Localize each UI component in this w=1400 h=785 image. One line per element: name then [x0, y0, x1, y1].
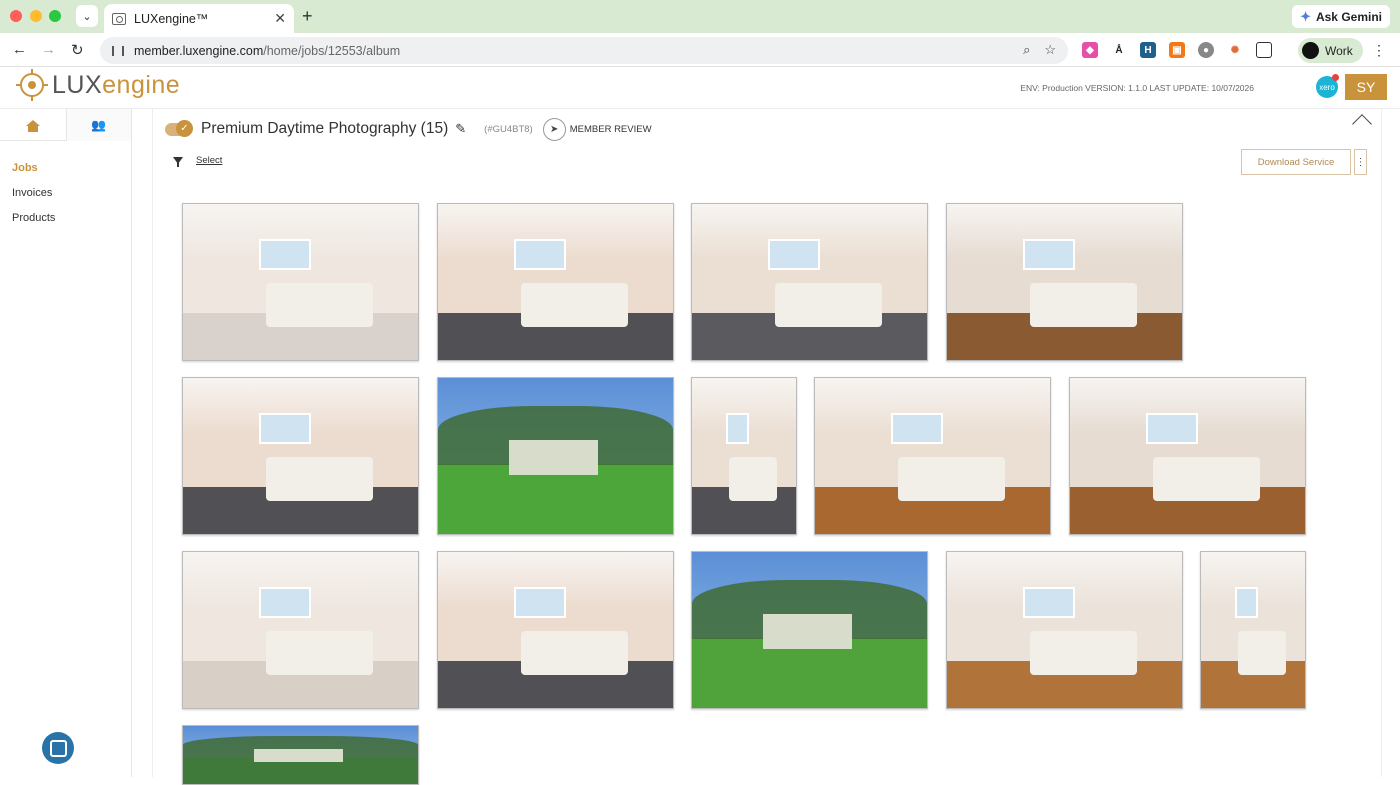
address-bar[interactable]: member.luxengine.com/home/jobs/12553/alb… — [100, 37, 1068, 64]
reload-icon[interactable]: ↻ — [71, 41, 84, 59]
camera-icon — [112, 12, 126, 25]
album-photo[interactable] — [182, 725, 419, 785]
profile-label: Work — [1325, 43, 1353, 58]
album-photo[interactable] — [182, 377, 419, 535]
sidebar-tabs: 👥 — [0, 109, 131, 141]
ask-gemini-button[interactable]: ✦ Ask Gemini — [1292, 5, 1390, 28]
download-service-button[interactable]: Download Service — [1241, 149, 1351, 175]
browser-toolbar: ← → ↻ member.luxengine.com/home/jobs/125… — [0, 33, 1400, 67]
extension-icon[interactable]: Å — [1111, 42, 1127, 58]
site-settings-icon[interactable] — [112, 45, 124, 56]
send-icon: ➤ — [542, 117, 566, 141]
job-code: (#GU4BT8) — [484, 123, 533, 135]
filter-icon[interactable] — [173, 157, 183, 167]
bookmark-star-icon[interactable]: ☆ — [1044, 42, 1056, 58]
sidebar-item-jobs[interactable]: Jobs — [0, 159, 131, 184]
forward-icon[interactable]: → — [41, 41, 56, 58]
tab-team[interactable]: 👥 — [65, 109, 131, 141]
album-photo[interactable] — [1069, 377, 1306, 535]
close-icon[interactable]: ✕ — [274, 10, 286, 27]
pencil-icon[interactable]: ✎ — [455, 121, 466, 137]
profile-button[interactable]: Work — [1298, 38, 1363, 63]
sidebar-nav: Jobs Invoices Products — [0, 141, 131, 234]
logo-lux: LUX — [52, 70, 103, 99]
extension-icon[interactable]: ▣ — [1169, 42, 1185, 58]
avatar — [1302, 42, 1319, 59]
extension-icon[interactable]: H — [1140, 42, 1156, 58]
sidebar-item-products[interactable]: Products — [0, 209, 131, 234]
album-photo[interactable] — [946, 551, 1183, 709]
album-panel: Premium Daytime Photography (15) ✎ (#GU4… — [152, 109, 1382, 785]
more-options-button[interactable]: ⋮ — [1354, 149, 1367, 175]
album-photo[interactable] — [182, 551, 419, 709]
chevron-down-icon: ⌄ — [82, 10, 92, 23]
app-header: LUXengine ENV: Production VERSION: 1.1.0… — [0, 67, 1400, 109]
chat-support-button[interactable] — [42, 732, 74, 764]
new-tab-button[interactable]: + — [302, 6, 313, 27]
filter-row: Select — [173, 155, 222, 167]
sidebar-item-invoices[interactable]: Invoices — [0, 184, 131, 209]
window-close-button[interactable] — [10, 10, 22, 22]
back-icon[interactable]: ← — [12, 41, 27, 58]
ask-gemini-label: Ask Gemini — [1315, 9, 1382, 24]
sidebar: 👥 Jobs Invoices Products — [0, 109, 132, 777]
album-photo[interactable] — [437, 203, 674, 361]
gemini-spark-icon: ✦ — [1300, 8, 1311, 24]
job-title: Premium Daytime Photography (15) — [201, 120, 449, 137]
env-info: ENV: Production VERSION: 1.1.0 LAST UPDA… — [1020, 83, 1254, 93]
job-toggle[interactable] — [165, 119, 193, 137]
window-minimize-button[interactable] — [30, 10, 42, 22]
extension-icon[interactable]: ● — [1198, 42, 1214, 58]
browser-menu-icon[interactable]: ⋮ — [1372, 42, 1386, 59]
album-photo[interactable] — [691, 377, 797, 535]
url-path: /home/jobs/12553/album — [263, 43, 401, 58]
album-photo[interactable] — [1200, 551, 1306, 709]
zoom-icon[interactable]: ⌕ — [1023, 42, 1030, 58]
album-photo[interactable] — [814, 377, 1051, 535]
browser-tab[interactable]: LUXengine™ ✕ — [104, 4, 294, 33]
puzzle-icon[interactable] — [1256, 42, 1272, 58]
extension-icon[interactable]: ✺ — [1227, 42, 1243, 58]
luxengine-logo[interactable]: LUXengine — [16, 67, 180, 103]
album-photo[interactable] — [691, 551, 928, 709]
tab-home[interactable] — [0, 109, 66, 141]
url-host: member.luxengine.com — [134, 43, 264, 58]
users-icon: 👥 — [91, 118, 107, 132]
chevron-up-icon[interactable] — [1352, 114, 1372, 134]
tab-title: LUXengine™ — [134, 11, 209, 26]
album-photo[interactable] — [437, 377, 674, 535]
window-zoom-button[interactable] — [49, 10, 61, 22]
member-review-button[interactable]: ➤ MEMBER REVIEW — [542, 117, 652, 141]
logo-mark-icon — [16, 69, 48, 101]
album-photo[interactable] — [691, 203, 928, 361]
select-link[interactable]: Select — [196, 155, 222, 166]
album-photo[interactable] — [182, 203, 419, 361]
extension-icon[interactable]: ◆ — [1082, 42, 1098, 58]
home-icon — [25, 120, 40, 132]
album-photo[interactable] — [946, 203, 1183, 361]
extensions-row: ◆ Å H ▣ ● ✺ — [1082, 42, 1272, 58]
album-photo[interactable] — [437, 551, 674, 709]
user-avatar[interactable]: SY — [1345, 74, 1387, 100]
notification-dot — [1332, 74, 1339, 81]
job-header: Premium Daytime Photography (15) ✎ (#GU4… — [165, 117, 652, 141]
logo-engine: engine — [102, 70, 181, 99]
member-review-label: MEMBER REVIEW — [569, 123, 652, 135]
browser-tab-bar: ⌄ LUXengine™ ✕ + ✦ Ask Gemini — [0, 0, 1400, 33]
tab-search-button[interactable]: ⌄ — [76, 5, 98, 27]
